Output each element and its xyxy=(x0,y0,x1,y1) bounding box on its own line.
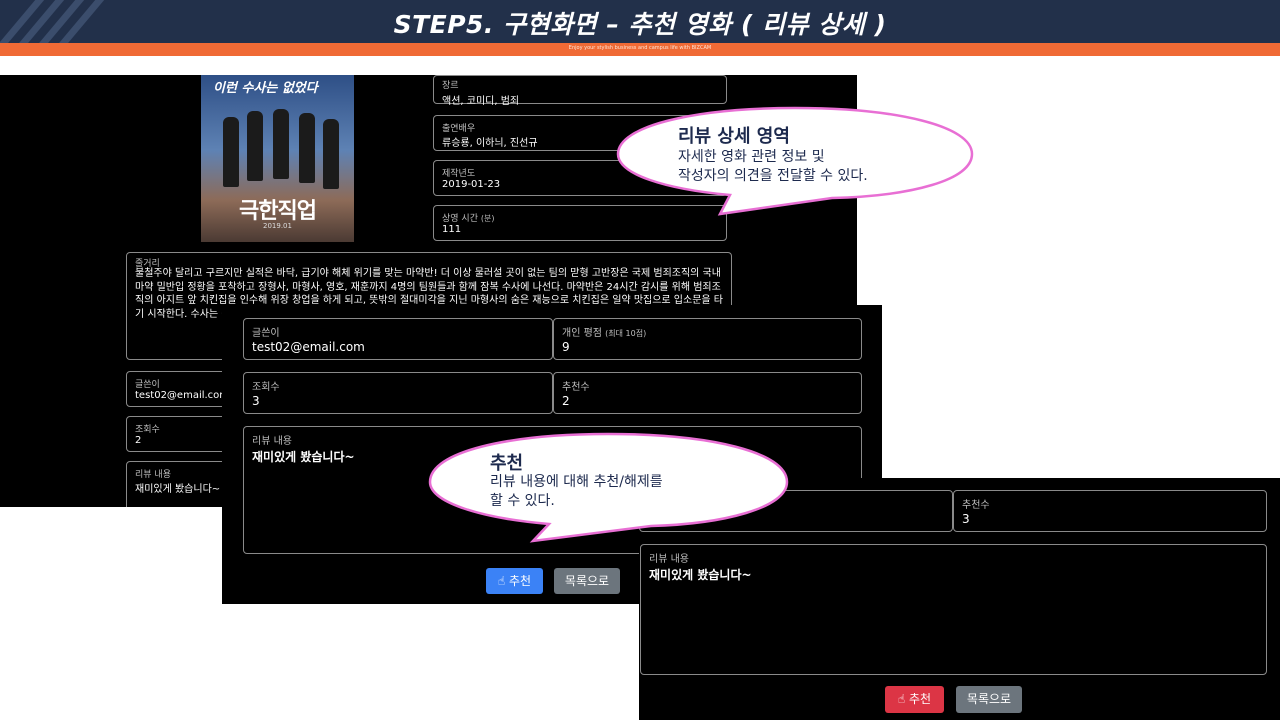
poster-figure xyxy=(273,109,289,179)
recommend-callout-line2: 할 수 있다. xyxy=(490,493,555,509)
review-content-label: 리뷰 내용 xyxy=(649,554,689,565)
review-views-value: 3 xyxy=(252,394,260,408)
genre-value: 액션, 코미디, 범죄 xyxy=(442,96,520,107)
genre-field: 장르 액션, 코미디, 범죄 xyxy=(433,75,727,107)
header-subline: Enjoy your stylish business and campus l… xyxy=(568,45,712,51)
rating-value: 9 xyxy=(562,340,570,354)
recommend-button[interactable]: ☝ 추천 xyxy=(486,568,543,594)
review-content-value: 재미있게 봤습니다~ xyxy=(252,450,355,464)
review-writer-value: test02@email.com xyxy=(252,340,365,354)
recommend-count-field: 추천수 2 xyxy=(553,372,862,414)
list-button[interactable]: 목록으로 xyxy=(554,568,620,594)
list-button[interactable]: 목록으로 xyxy=(956,686,1022,713)
poster-figure xyxy=(223,117,239,187)
recommend-button-label: 추천 xyxy=(509,574,532,588)
thumbs-up-filled-icon: ☝ xyxy=(897,692,906,706)
writer-label: 글쓴이 xyxy=(135,380,160,390)
thumbs-up-icon: ☝ xyxy=(497,574,506,588)
review-content-label: 리뷰 내용 xyxy=(252,436,292,447)
poster-figure xyxy=(299,113,315,183)
review-views-label: 조회수 xyxy=(252,382,280,393)
rating-label: 개인 평점 (최대 10점) xyxy=(562,324,646,339)
review-label: 리뷰 내용 xyxy=(135,470,171,480)
slide-header: STEP5. 구현화면 – 추천 영화 ( 리뷰 상세 ) xyxy=(0,0,1280,46)
movie-poster: 이런 수사는 없었다 극한직업 2019.01 xyxy=(201,75,354,242)
year-value: 2019-01-23 xyxy=(442,179,501,190)
genre-label: 장르 xyxy=(442,81,459,91)
detail-callout-title: 리뷰 상세 영역 xyxy=(678,126,790,147)
review-writer-label: 글쓴이 xyxy=(252,328,280,339)
detail-callout: 리뷰 상세 영역 자세한 영화 관련 정보 및 작성자의 의견을 전달할 수 있… xyxy=(612,102,978,222)
year-label: 제작년도 xyxy=(442,169,476,179)
rating-unit: (최대 10점) xyxy=(605,329,647,338)
runtime-label: 상영 시간 (분) xyxy=(442,211,494,224)
review-views-field: 조회수 3 xyxy=(243,372,553,414)
review-writer-field: 글쓴이 test02@email.com xyxy=(243,318,553,360)
recommend-count-label: 추천수 xyxy=(562,382,590,393)
recommend-callout-line1: 리뷰 내용에 대해 추천/해제를 xyxy=(490,474,663,490)
poster-title: 극한직업 xyxy=(239,199,317,224)
recommend-count-value: 2 xyxy=(562,394,570,408)
detail-callout-line1: 자세한 영화 관련 정보 및 xyxy=(678,149,825,165)
recommend-callout-title: 추천 xyxy=(490,453,524,474)
runtime-value: 111 xyxy=(442,224,462,235)
recommend-count-label: 추천수 xyxy=(962,500,990,511)
recommend-button-active[interactable]: ☝ 추천 xyxy=(885,686,944,713)
cast-value: 류승룡, 이하늬, 진선규 xyxy=(442,138,538,149)
review-content-field[interactable]: 리뷰 내용 재미있게 봤습니다~ xyxy=(640,544,1267,675)
detail-callout-line2: 작성자의 의견을 전달할 수 있다. xyxy=(678,168,868,184)
recommend-count-value: 3 xyxy=(962,512,970,526)
writer-value: test02@email.com xyxy=(135,390,230,401)
recommend-count-field-updated: 추천수 3 xyxy=(953,490,1267,532)
review-content-value: 재미있게 봤습니다~ xyxy=(649,568,752,582)
poster-tagline: 이런 수사는 없었다 xyxy=(213,81,318,96)
runtime-label-text: 상영 시간 xyxy=(442,214,478,224)
cast-label: 출연배우 xyxy=(442,124,476,134)
recommend-callout: 추천 리뷰 내용에 대해 추천/해제를 할 수 있다. xyxy=(425,428,791,548)
recommend-button-label: 추천 xyxy=(909,692,932,706)
views-label: 조회수 xyxy=(135,425,160,435)
poster-figure xyxy=(247,111,263,181)
review-value: 재미있게 봤습니다~ xyxy=(135,484,221,495)
rating-label-text: 개인 평점 xyxy=(562,328,602,339)
poster-figure xyxy=(323,119,339,189)
runtime-unit: (분) xyxy=(480,214,495,223)
rating-field: 개인 평점 (최대 10점) 9 xyxy=(553,318,862,360)
poster-date: 2019.01 xyxy=(263,222,292,230)
slide-title: STEP5. 구현화면 – 추천 영화 ( 리뷰 상세 ) xyxy=(393,10,887,39)
views-value: 2 xyxy=(135,435,142,446)
